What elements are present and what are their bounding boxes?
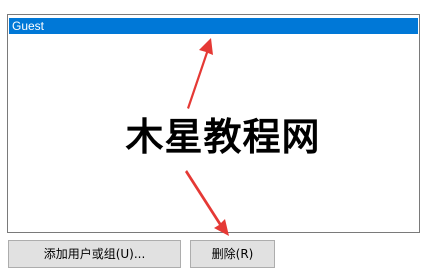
- list-item-label: Guest: [12, 19, 45, 33]
- remove-button[interactable]: 删除(R): [190, 240, 275, 268]
- watermark-logo: 木星教程网: [125, 115, 321, 159]
- permissions-dialog-section: Guest 木星教程网 添加用户或组(U)... 删除(R): [0, 0, 437, 279]
- remove-label: 删除(R): [211, 247, 254, 261]
- add-user-or-group-button[interactable]: 添加用户或组(U)...: [8, 240, 181, 268]
- add-user-or-group-label: 添加用户或组(U)...: [43, 247, 146, 261]
- list-item[interactable]: Guest: [9, 18, 418, 34]
